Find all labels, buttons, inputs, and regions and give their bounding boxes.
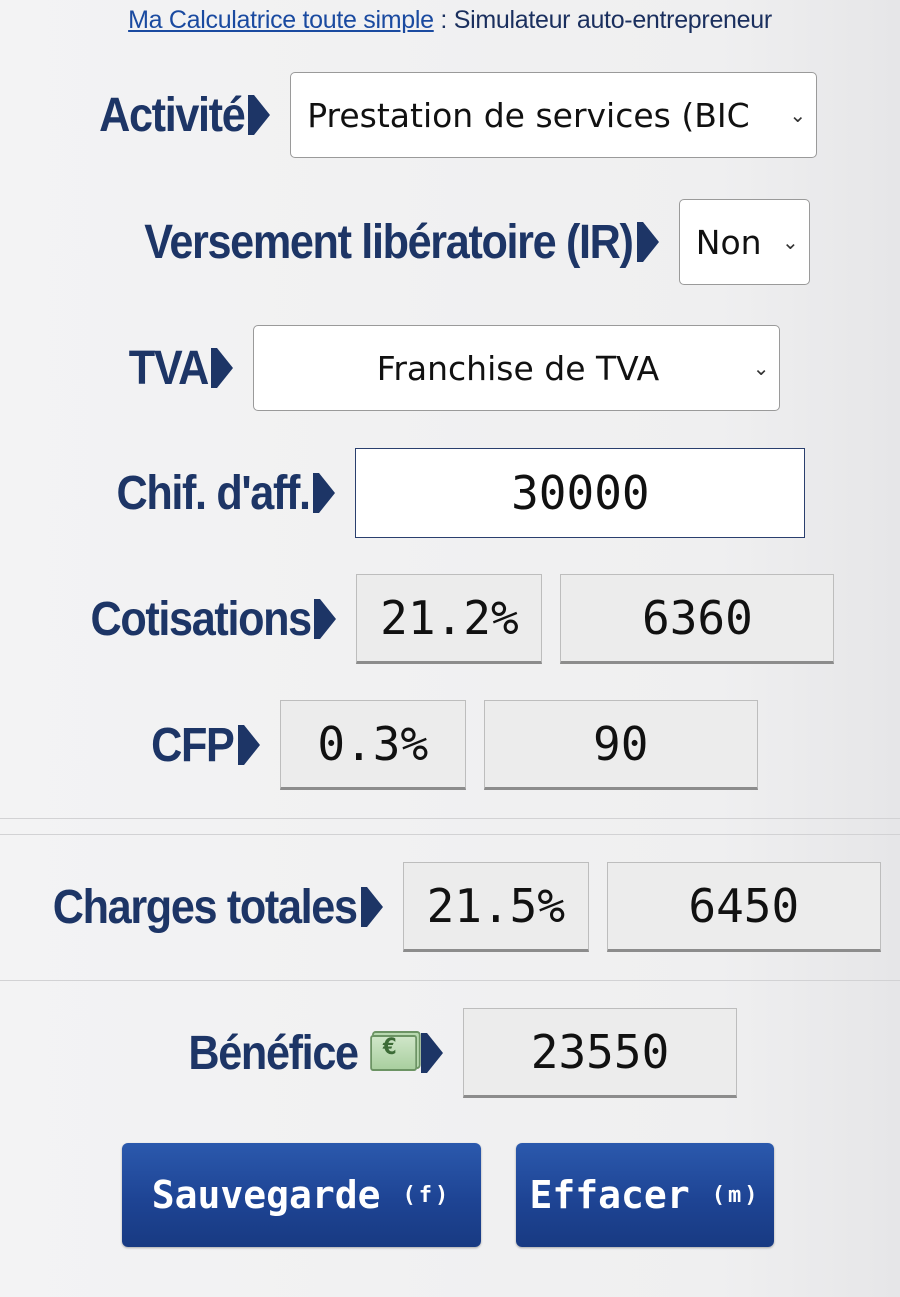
cotisations-label: Cotisations <box>90 592 312 646</box>
header-subtitle: Simulateur auto-entrepreneur <box>453 6 772 34</box>
versement-select-value: Non <box>695 222 762 262</box>
cfp-label: CFP <box>151 718 235 772</box>
cotisations-amount: 6360 <box>560 574 835 664</box>
chevron-down-icon: ⌄ <box>789 103 807 127</box>
arrow-right-icon <box>314 599 337 639</box>
row-versement: Versement libératoire (IR) Non ⌄ <box>0 199 900 285</box>
save-button[interactable]: Sauvegarde (f) <box>122 1143 481 1247</box>
tva-select-value: Franchise de TVA <box>376 348 660 388</box>
clear-button-label: Effacer <box>529 1173 690 1217</box>
row-benefice: Bénéfice 23550 <box>0 1008 900 1098</box>
activite-label: Activité <box>98 88 246 142</box>
charges-label: Charges totales <box>52 880 358 934</box>
clear-button[interactable]: Effacer (m) <box>516 1143 774 1247</box>
arrow-right-icon <box>313 473 336 513</box>
euro-banknote-icon <box>370 1035 418 1071</box>
row-activite: Activité Prestation de services (BIC ⌄ <box>0 72 900 158</box>
activite-select-value: Prestation de services (BIC <box>307 95 750 135</box>
arrow-right-icon <box>421 1033 444 1073</box>
clear-shortcut: (m) <box>711 1182 761 1208</box>
home-link[interactable]: Ma Calculatrice toute simple <box>128 6 434 34</box>
benefice-amount: 23550 <box>463 1008 738 1098</box>
arrow-right-icon <box>211 348 234 388</box>
chevron-down-icon: ⌄ <box>752 356 770 380</box>
row-cotisations: Cotisations 21.2% 6360 <box>0 574 900 664</box>
arrow-right-icon <box>248 95 271 135</box>
header-separator: : <box>440 6 448 34</box>
versement-select[interactable]: Non ⌄ <box>678 199 810 285</box>
cfp-rate: 0.3% <box>279 700 466 790</box>
arrow-right-icon <box>636 222 659 262</box>
divider <box>0 818 900 819</box>
tva-label: TVA <box>128 341 208 395</box>
benefice-label: Bénéfice <box>188 1026 418 1081</box>
versement-label: Versement libératoire (IR) <box>144 215 634 269</box>
row-tva: TVA Franchise de TVA ⌄ <box>0 325 900 411</box>
ca-label: Chif. d'aff. <box>116 466 311 520</box>
save-shortcut: (f) <box>402 1182 452 1208</box>
page-header: Ma Calculatrice toute simple : Simulateu… <box>0 6 900 35</box>
ca-input[interactable]: 30000 <box>355 448 806 538</box>
divider <box>0 834 900 835</box>
chevron-down-icon: ⌄ <box>782 230 799 254</box>
activite-select[interactable]: Prestation de services (BIC ⌄ <box>290 72 818 158</box>
row-charges: Charges totales 21.5% 6450 <box>0 862 900 952</box>
arrow-right-icon <box>237 725 260 765</box>
row-ca: Chif. d'aff. 30000 <box>0 448 900 538</box>
row-cfp: CFP 0.3% 90 <box>0 700 900 790</box>
cfp-amount: 90 <box>483 700 758 790</box>
charges-rate: 21.5% <box>402 862 589 952</box>
arrow-right-icon <box>360 887 383 927</box>
save-button-label: Sauvegarde <box>151 1173 381 1217</box>
tva-select[interactable]: Franchise de TVA ⌄ <box>253 325 781 411</box>
divider <box>0 980 900 981</box>
cotisations-rate: 21.2% <box>356 574 543 664</box>
charges-amount: 6450 <box>606 862 881 952</box>
